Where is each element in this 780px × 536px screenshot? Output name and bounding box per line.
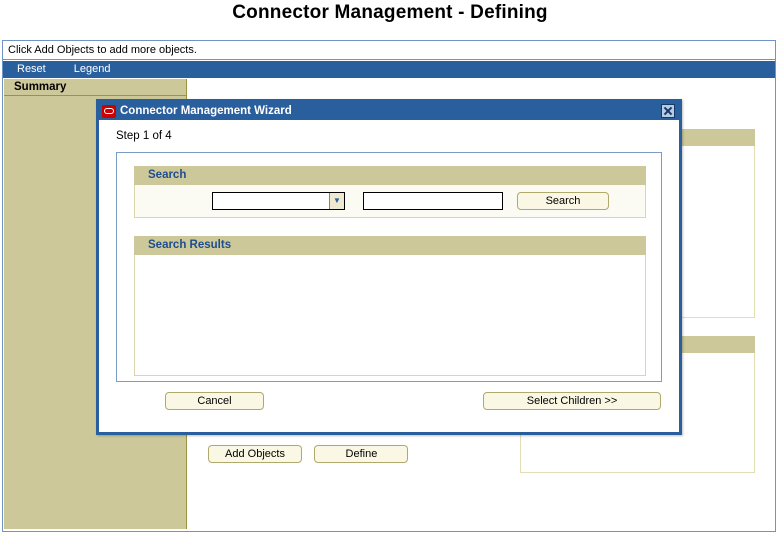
chevron-down-icon: ▼ <box>329 193 344 209</box>
define-button[interactable]: Define <box>314 445 409 463</box>
select-children-button[interactable]: Select Children >> <box>483 392 661 410</box>
instruction-bar: Click Add Objects to add more objects. <box>3 41 775 60</box>
menu-bar: Reset Legend <box>3 61 775 78</box>
summary-header: Summary <box>4 79 186 96</box>
search-row: ▼ Search <box>135 185 645 217</box>
dialog-title: Connector Management Wizard <box>120 105 292 117</box>
search-button[interactable]: Search <box>517 192 609 210</box>
search-results-section-header: Search Results <box>134 236 646 255</box>
page-title: Connector Management - Defining <box>232 2 548 23</box>
connector-management-wizard-dialog: Connector Management Wizard Step 1 of 4 … <box>96 99 682 435</box>
wizard-step-label: Step 1 of 4 <box>116 130 172 142</box>
search-section-body: ▼ Search <box>134 185 646 218</box>
dialog-footer: Cancel Select Children >> <box>99 392 679 432</box>
search-results-list[interactable] <box>134 255 646 376</box>
screen-root: Connector Management - Defining Click Ad… <box>0 0 780 536</box>
close-icon[interactable] <box>661 104 675 118</box>
search-section-header: Search <box>134 166 646 185</box>
oracle-logo-icon <box>102 104 116 118</box>
search-input[interactable] <box>363 192 503 210</box>
cancel-button[interactable]: Cancel <box>165 392 264 410</box>
search-field-select[interactable]: ▼ <box>212 192 345 210</box>
add-objects-button[interactable]: Add Objects <box>208 445 302 463</box>
search-field-select-value <box>213 193 329 209</box>
search-results-section: Search Results <box>134 236 646 376</box>
dialog-titlebar[interactable]: Connector Management Wizard <box>99 102 679 120</box>
menu-item-legend[interactable]: Legend <box>60 61 125 78</box>
menu-item-reset[interactable]: Reset <box>3 61 60 78</box>
page-action-buttons: Add Objects Define <box>208 444 416 463</box>
dialog-body: Step 1 of 4 Search ▼ Search Search Resul… <box>99 120 679 432</box>
search-section: Search ▼ Search <box>134 166 646 218</box>
wizard-content-box: Search ▼ Search Search Results <box>116 152 662 382</box>
